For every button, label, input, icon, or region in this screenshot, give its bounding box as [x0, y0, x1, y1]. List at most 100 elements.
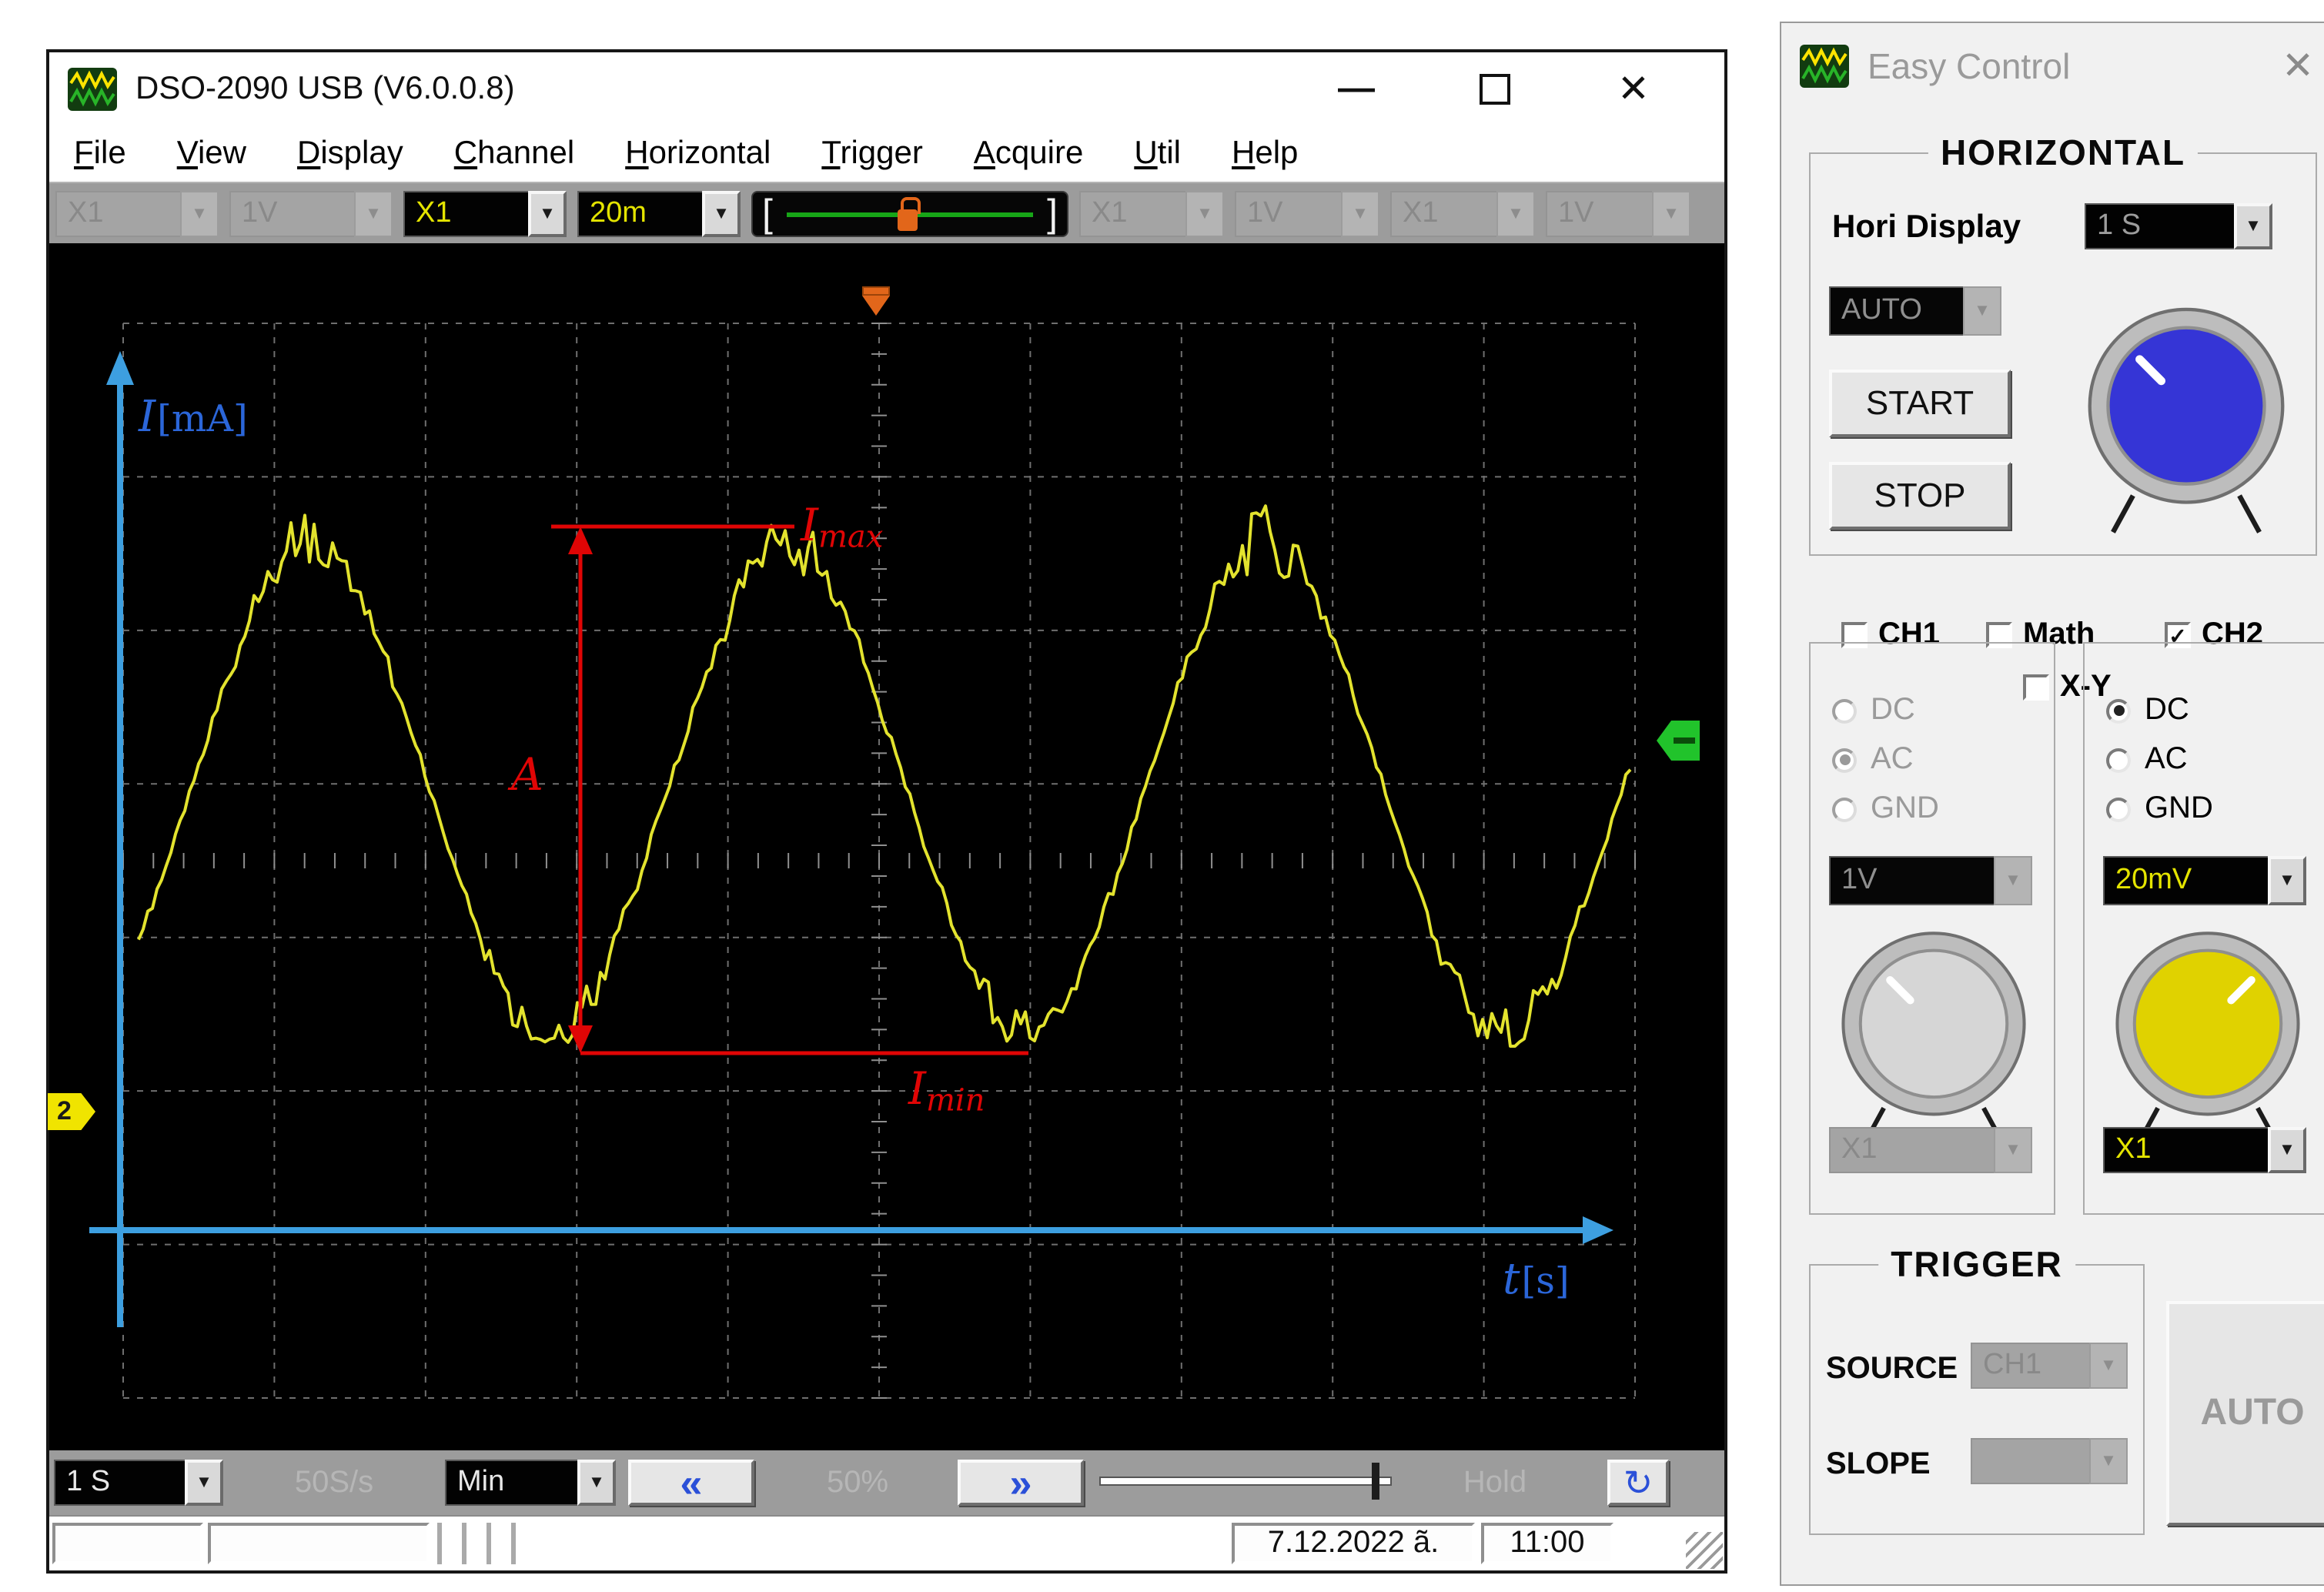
tb-volts4-combo[interactable]: 1V ▼ [1546, 190, 1690, 236]
tb-probe1-combo[interactable]: X1 ▼ [55, 190, 219, 236]
tb-probe4-combo[interactable]: X1 ▼ [1390, 190, 1535, 236]
menu-channel[interactable]: Channel [454, 135, 574, 172]
ch2-gnd-radio[interactable]: GND [2106, 791, 2213, 827]
trigger-group-legend: TRIGGER [1878, 1244, 2075, 1286]
dropdown-arrow-icon[interactable]: ▼ [2268, 856, 2306, 905]
ch2-knob[interactable] [2097, 915, 2319, 1149]
tb-probe1-value: X1 [55, 190, 180, 236]
close-button[interactable]: ✕ [1601, 63, 1666, 115]
scroll-left-button[interactable]: « [628, 1460, 754, 1506]
tb-probe3-combo[interactable]: X1 ▼ [1079, 190, 1224, 236]
dropdown-arrow-icon[interactable]: ▼ [185, 1460, 223, 1506]
dropdown-arrow-icon[interactable]: ▼ [1496, 190, 1535, 236]
menu-file-key: F [74, 135, 94, 171]
amplitude-label: A [511, 748, 543, 801]
trigger-slope-combo[interactable]: ▼ [1971, 1438, 2128, 1484]
resize-grip[interactable] [1686, 1532, 1723, 1569]
ch2-probe-combo[interactable]: X1 ▼ [2103, 1127, 2306, 1173]
trigger-pointer-bar [862, 286, 890, 296]
easy-control-window: Easy Control ✕ HORIZONTAL Hori Display 1… [1780, 22, 2324, 1586]
dropdown-arrow-icon[interactable]: ▼ [180, 190, 219, 236]
position-slider[interactable] [1099, 1460, 1392, 1506]
position-slider-handle[interactable] [1372, 1463, 1379, 1500]
horizontal-knob[interactable] [2069, 289, 2303, 539]
dropdown-arrow-icon[interactable]: ▼ [1341, 190, 1379, 236]
imax-subscript: max [818, 517, 883, 554]
minimize-button[interactable]: — [1324, 63, 1389, 115]
dropdown-arrow-icon[interactable]: ▼ [2234, 203, 2272, 249]
trigger-position-slider[interactable]: [ ] [751, 190, 1068, 236]
trigger-position-marker[interactable] [898, 196, 918, 232]
menu-horizontal[interactable]: Horizontal [625, 135, 771, 172]
dropdown-arrow-icon[interactable]: ▼ [577, 1460, 616, 1506]
menu-view-rest: iew [198, 135, 246, 171]
status-panel-left [52, 1523, 203, 1564]
ch1-volts-combo[interactable]: 1V ▼ [1829, 856, 2032, 905]
trigger-position-pointer[interactable] [859, 286, 893, 323]
ch2-probe-value: X1 [2103, 1127, 2268, 1173]
maximize-button[interactable] [1463, 63, 1527, 115]
ch1-dc-radio[interactable]: DC [1832, 693, 1915, 728]
ch2-volts-value: 20mV [2103, 856, 2268, 905]
double-right-chevron-icon: » [1010, 1463, 1032, 1503]
menu-file[interactable]: File [74, 135, 126, 172]
ch1-gnd-radio[interactable]: GND [1832, 791, 1939, 827]
ch1-ac-label: AC [1871, 742, 1914, 778]
radio-circle [1832, 797, 1857, 821]
refresh-icon: ↻ [1623, 1465, 1654, 1500]
radio-circle [1832, 748, 1857, 772]
start-button[interactable]: START [1829, 370, 2011, 437]
menu-horizontal-rest: orizontal [649, 135, 771, 171]
tb-volts2-value: 20m [577, 190, 702, 236]
tb-volts2-combo[interactable]: 20m ▼ [577, 190, 741, 236]
menu-view[interactable]: View [177, 135, 246, 172]
imin-symbol: I [908, 1062, 926, 1115]
dropdown-arrow-icon[interactable]: ▼ [528, 190, 567, 236]
ch1-ac-radio[interactable]: AC [1832, 742, 1914, 778]
refresh-button[interactable]: ↻ [1607, 1460, 1669, 1506]
dropdown-arrow-icon[interactable]: ▼ [1994, 856, 2032, 905]
menu-display[interactable]: Display [297, 135, 403, 172]
menu-help[interactable]: Help [1232, 135, 1298, 172]
tb-volts1-combo[interactable]: 1V ▼ [229, 190, 393, 236]
ch2-dc-radio[interactable]: DC [2106, 693, 2189, 728]
trigger-auto-button[interactable]: AUTO [2166, 1301, 2324, 1526]
dropdown-arrow-icon[interactable]: ▼ [1185, 190, 1224, 236]
ch1-probe-combo[interactable]: X1 ▼ [1829, 1127, 2032, 1173]
tb-volts3-combo[interactable]: 1V ▼ [1235, 190, 1379, 236]
menu-horizontal-key: H [625, 135, 648, 171]
trigger-mode-combo[interactable]: AUTO ▼ [1829, 286, 2001, 336]
stop-button[interactable]: STOP [1829, 462, 2011, 530]
menu-util[interactable]: Util [1134, 135, 1181, 172]
dropdown-arrow-icon[interactable]: ▼ [1994, 1127, 2032, 1173]
trigger-slope-value [1971, 1438, 2089, 1484]
ch1-knob[interactable] [1823, 915, 2045, 1149]
hori-timebase-combo[interactable]: 1 S ▼ [2085, 203, 2272, 249]
horizontal-group-legend: HORIZONTAL [1928, 132, 2198, 174]
display-mode-combo[interactable]: Min ▼ [445, 1460, 616, 1506]
ch2-ac-radio[interactable]: AC [2106, 742, 2188, 778]
dropdown-arrow-icon[interactable]: ▼ [702, 190, 741, 236]
timebase-value: 1 S [54, 1460, 185, 1506]
close-icon: ✕ [1617, 70, 1650, 109]
dropdown-arrow-icon[interactable]: ▼ [2268, 1127, 2306, 1173]
menu-acquire[interactable]: Acquire [974, 135, 1083, 172]
imax-symbol: I [801, 499, 818, 551]
scroll-right-button[interactable]: » [958, 1460, 1084, 1506]
dropdown-arrow-icon[interactable]: ▼ [2089, 1438, 2128, 1484]
dropdown-arrow-icon[interactable]: ▼ [2089, 1343, 2128, 1389]
trigger-source-combo[interactable]: CH1 ▼ [1971, 1343, 2128, 1389]
dropdown-arrow-icon[interactable]: ▼ [1652, 190, 1690, 236]
timebase-combo[interactable]: 1 S ▼ [54, 1460, 223, 1506]
bottom-toolbar: 1 S ▼ 50S/s Min ▼ « 50% » Hold ↻ [49, 1450, 1724, 1515]
easy-control-close-button[interactable]: ✕ [2282, 43, 2323, 89]
ch2-volts-combo[interactable]: 20mV ▼ [2103, 856, 2306, 905]
menu-view-key: V [177, 135, 198, 171]
desktop: DSO-2090 USB (V6.0.0.8) — ✕ File View Di… [0, 0, 2324, 1592]
dropdown-arrow-icon[interactable]: ▼ [354, 190, 393, 236]
menu-trigger[interactable]: Trigger [821, 135, 923, 172]
tb-probe2-combo[interactable]: X1 ▼ [403, 190, 567, 236]
radio-circle [2106, 698, 2131, 723]
dropdown-arrow-icon[interactable]: ▼ [1963, 286, 2001, 336]
menu-channel-key: C [454, 135, 477, 171]
